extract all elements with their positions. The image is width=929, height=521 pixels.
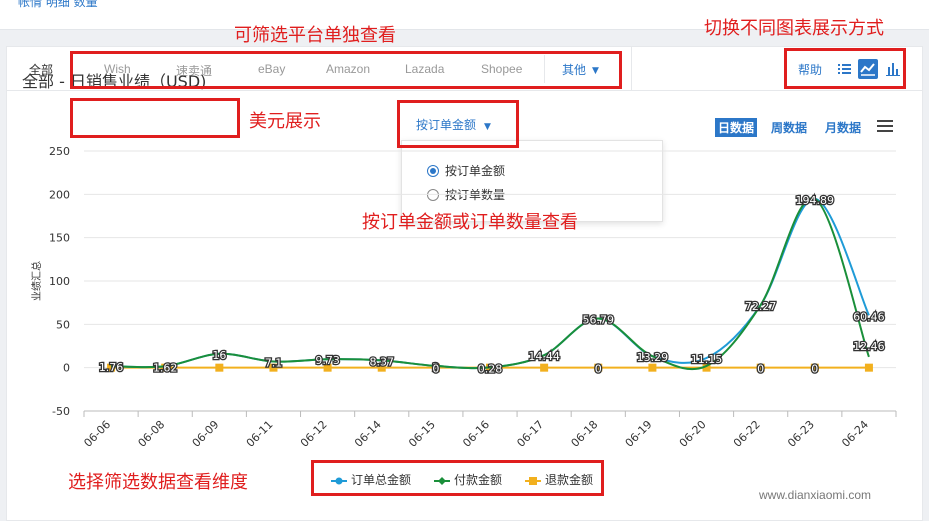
annotation-box-view-switch <box>784 48 906 89</box>
annotation-usd: 美元展示 <box>249 111 321 132</box>
data-label: 12.46 <box>853 340 885 353</box>
x-tick-label: 06-20 <box>677 418 709 450</box>
refund-data-label: 0 <box>811 363 818 376</box>
annotation-platform-filter: 可筛选平台单独查看 <box>234 25 396 46</box>
data-label: 0.28 <box>478 362 503 375</box>
y-axis-label: 业绩汇总 <box>30 261 43 301</box>
x-tick-label: 06-17 <box>514 418 546 450</box>
data-label: 1.62 <box>153 361 178 374</box>
refund-point <box>540 363 549 372</box>
y-tick-label: 0 <box>63 362 70 375</box>
data-label: 14.44 <box>528 350 560 363</box>
annotation-metric: 按订单金额或订单数量查看 <box>362 212 578 233</box>
data-label: 194.89 <box>796 194 835 207</box>
data-label: 60.46 <box>853 310 885 323</box>
x-tick-label: 06-08 <box>136 418 168 450</box>
refund-point <box>864 363 873 372</box>
annotation-box-platforms <box>70 51 622 89</box>
x-tick-label: 06-09 <box>190 418 222 450</box>
annotation-box-metric <box>397 100 519 148</box>
data-label: 16 <box>212 349 226 362</box>
refund-data-label: 0 <box>432 363 439 376</box>
data-label: 9.73 <box>315 354 340 367</box>
data-label: 13.29 <box>637 351 669 364</box>
y-tick-label: 250 <box>49 145 70 158</box>
annotation-box-legend <box>311 460 604 496</box>
x-tick-label: 06-14 <box>352 418 384 450</box>
x-tick-label: 06-12 <box>298 418 330 450</box>
x-tick-label: 06-18 <box>569 418 601 450</box>
annotation-box-usd <box>70 98 240 138</box>
data-label: 56.79 <box>583 313 615 326</box>
x-tick-label: 06-06 <box>81 418 113 450</box>
data-label: 8.37 <box>369 355 394 368</box>
data-label: 11.15 <box>691 353 723 366</box>
y-tick-label: -50 <box>52 405 70 418</box>
x-tick-label: 06-23 <box>785 418 817 450</box>
y-tick-label: 100 <box>49 275 70 288</box>
data-label: 72.27 <box>745 300 777 313</box>
x-tick-label: 06-24 <box>839 418 871 450</box>
x-tick-label: 06-19 <box>623 418 655 450</box>
y-tick-label: 200 <box>49 188 70 201</box>
annotation-dimension: 选择筛选数据查看维度 <box>68 472 248 493</box>
x-tick-label: 06-16 <box>460 418 492 450</box>
refund-point <box>215 363 224 372</box>
data-label: 7.1 <box>265 357 283 370</box>
data-label: 1.76 <box>99 361 124 374</box>
x-tick-label: 06-11 <box>244 418 276 450</box>
y-tick-label: 150 <box>49 232 70 245</box>
x-tick-label: 06-15 <box>406 418 438 450</box>
y-tick-label: 50 <box>56 318 70 331</box>
page: 帐情 明细 数量 全部 Wish 速卖通 eBay Amazon Lazada … <box>0 0 929 521</box>
refund-point <box>648 363 657 372</box>
watermark: www.dianxiaomi.com <box>759 488 872 502</box>
refund-data-label: 0 <box>595 363 602 376</box>
annotation-switch-chart: 切换不同图表展示方式 <box>704 18 884 39</box>
refund-data-label: 0 <box>757 363 764 376</box>
x-tick-label: 06-22 <box>731 418 763 450</box>
